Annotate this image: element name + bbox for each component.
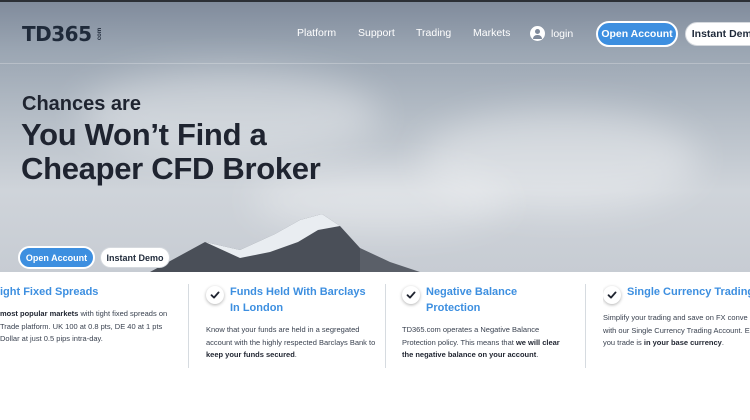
feature-text-span: Know that your funds are held in a segre… — [206, 325, 376, 347]
feature-text-span: . — [536, 350, 539, 359]
nav-trading[interactable]: Trading — [416, 27, 451, 39]
hero-subtitle: Chances are — [22, 93, 141, 115]
feature-divider — [188, 284, 189, 368]
feature-text-span: Simplify your trading and save on FX con… — [603, 313, 748, 322]
checkmark-icon — [603, 286, 621, 304]
feature-title: Negative Balance Protection — [426, 286, 518, 314]
logo-badge: com — [96, 27, 103, 41]
login-label: login — [551, 27, 574, 40]
checkmark-icon — [402, 286, 420, 304]
feature-text-span: . — [721, 338, 724, 347]
nav-support[interactable]: Support — [358, 27, 395, 39]
feature-divider — [385, 284, 386, 368]
feature-barclays-funds: Funds Held With Barclays In London Know … — [206, 284, 376, 362]
features-section: ight Fixed Spreads most popular markets … — [0, 272, 750, 420]
feature-description: most popular markets with tight fixed sp… — [0, 308, 195, 346]
hero-title: You Won’t Find a Cheaper CFD Broker — [21, 117, 321, 186]
top-navigation-bar: TD365 com Platform Support Trading Marke… — [0, 0, 750, 64]
nav-markets[interactable]: Markets — [473, 27, 510, 39]
feature-highlight: most popular markets — [0, 309, 79, 318]
feature-title: Funds Held With Barclays In London — [230, 286, 366, 314]
feature-text-span: . — [294, 350, 297, 359]
nav-platform[interactable]: Platform — [297, 27, 336, 39]
feature-highlight: in your base currency — [643, 338, 722, 347]
user-icon — [530, 26, 545, 41]
feature-description: Simplify your trading and save on FX con… — [603, 312, 750, 350]
feature-text-span: with our Single Currency Trading Account… — [603, 325, 750, 335]
hero-instant-demo-button[interactable]: Instant Demo — [100, 247, 170, 268]
feature-title: ight Fixed Spreads — [0, 286, 99, 298]
feature-divider — [585, 284, 586, 368]
feature-single-currency: Single Currency Trading Simplify your tr… — [603, 284, 750, 350]
feature-text-span: you trade is — [603, 338, 644, 347]
logo-text: TD365 — [22, 22, 92, 46]
feature-description: Know that your funds are held in a segre… — [206, 324, 376, 362]
hero-banner: TD365 com Platform Support Trading Marke… — [0, 0, 750, 272]
header-instant-demo-button[interactable]: Instant Demo — [685, 22, 750, 46]
feature-negative-balance: Negative Balance Protection TD365.com op… — [402, 284, 572, 362]
hero-open-account-button[interactable]: Open Account — [18, 246, 95, 269]
feature-text-span: with tight fixed spreads on — [78, 309, 168, 318]
checkmark-icon — [206, 286, 224, 304]
feature-title: Single Currency Trading — [627, 286, 750, 298]
feature-highlight: keep your funds secured — [206, 350, 295, 359]
login-link[interactable]: login — [530, 26, 573, 41]
feature-description: TD365.com operates a Negative Balance Pr… — [402, 324, 572, 362]
brand-logo[interactable]: TD365 com — [22, 22, 106, 46]
feature-text-span: Trade platform. UK 100 at 0.8 pts, DE 40… — [0, 321, 163, 331]
feature-fixed-spreads: ight Fixed Spreads most popular markets … — [0, 284, 195, 346]
header-open-account-button[interactable]: Open Account — [596, 21, 678, 47]
feature-text-span: Dollar at just 0.5 pips intra-day. — [0, 334, 103, 343]
